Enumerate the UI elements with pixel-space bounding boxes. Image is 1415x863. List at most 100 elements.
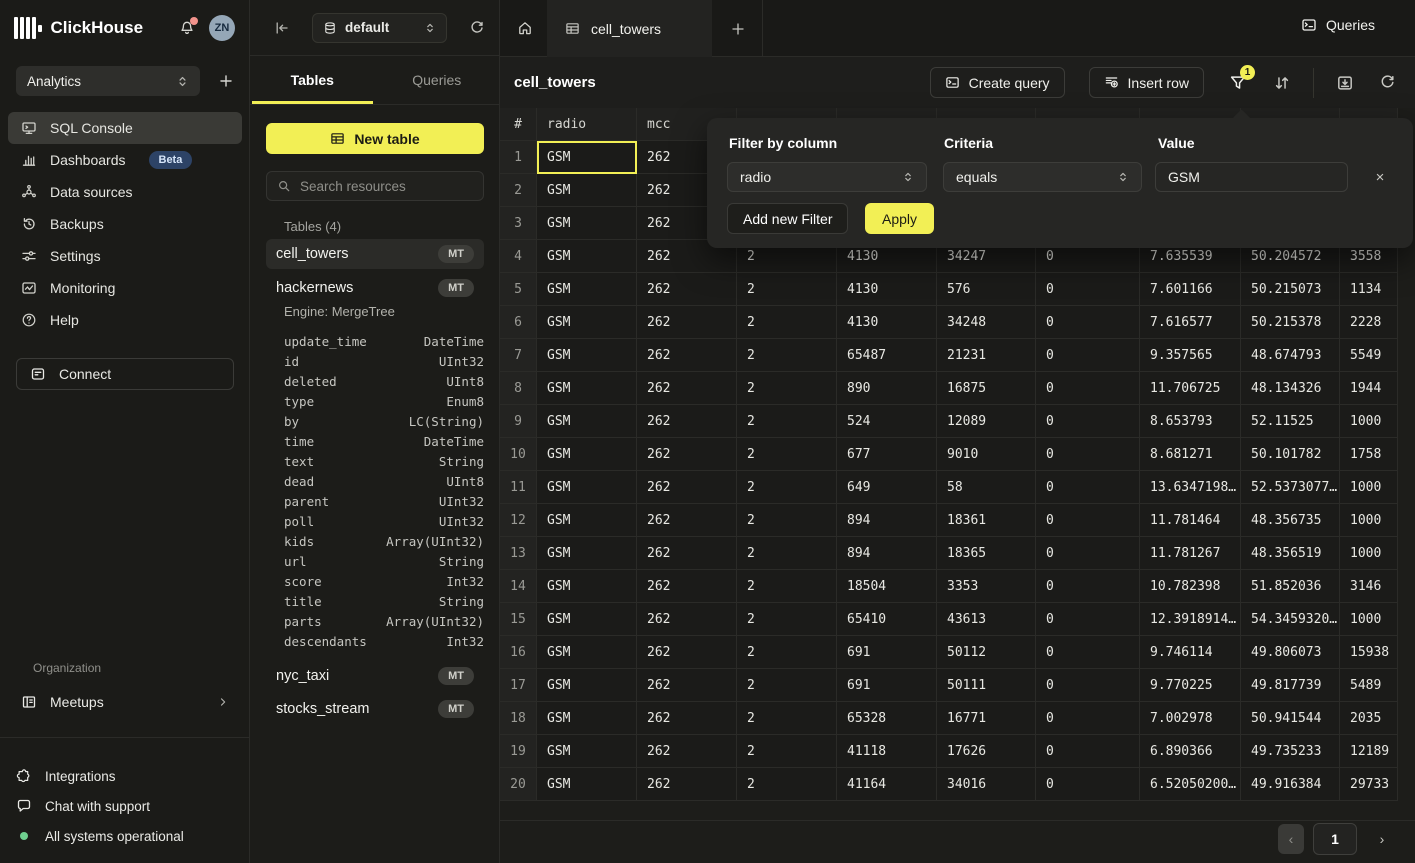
data-cell[interactable]: 0 xyxy=(1036,438,1140,471)
data-cell[interactable]: 50.101782 xyxy=(1241,438,1340,471)
data-cell[interactable]: 65487 xyxy=(837,339,937,372)
data-cell[interactable]: 649 xyxy=(837,471,937,504)
data-cell[interactable]: 0 xyxy=(1036,372,1140,405)
data-cell[interactable]: 2 xyxy=(737,504,837,537)
data-cell[interactable]: 5549 xyxy=(1340,339,1398,372)
data-cell[interactable]: 262 xyxy=(637,306,737,339)
data-cell[interactable]: 21231 xyxy=(937,339,1036,372)
data-cell[interactable]: 52.11525 xyxy=(1241,405,1340,438)
data-cell[interactable]: GSM xyxy=(537,207,637,240)
sidebar-item-dashboards[interactable]: Dashboards Beta xyxy=(8,144,242,176)
data-cell[interactable]: 2 xyxy=(737,471,837,504)
data-cell[interactable]: 0 xyxy=(1036,339,1140,372)
data-cell[interactable]: 262 xyxy=(637,471,737,504)
data-cell[interactable]: 41118 xyxy=(837,735,937,768)
tab-tables[interactable]: Tables xyxy=(250,56,375,104)
data-cell[interactable]: 9.357565 xyxy=(1140,339,1241,372)
data-cell[interactable]: 2 xyxy=(737,273,837,306)
filter-criteria-select[interactable]: equals xyxy=(943,162,1142,192)
data-cell[interactable]: 2 xyxy=(737,768,837,801)
data-cell[interactable]: GSM xyxy=(537,768,637,801)
data-cell[interactable]: 2 xyxy=(737,735,837,768)
queries-button[interactable]: Queries xyxy=(1301,17,1375,33)
apply-filter-button[interactable]: Apply xyxy=(865,203,934,234)
data-cell[interactable]: 12189 xyxy=(1340,735,1398,768)
data-cell[interactable]: 2 xyxy=(737,636,837,669)
data-cell[interactable]: 11.781464 xyxy=(1140,504,1241,537)
sort-icon[interactable] xyxy=(1272,73,1292,93)
filter-column-select[interactable]: radio xyxy=(727,162,927,192)
data-cell[interactable]: 11.706725 xyxy=(1140,372,1241,405)
data-cell[interactable]: 3353 xyxy=(937,570,1036,603)
data-cell[interactable]: 576 xyxy=(937,273,1036,306)
filter-value-input[interactable] xyxy=(1155,162,1348,192)
data-cell[interactable]: 0 xyxy=(1036,768,1140,801)
data-cell[interactable]: 894 xyxy=(837,537,937,570)
data-cell[interactable]: 0 xyxy=(1036,273,1140,306)
data-cell[interactable]: 691 xyxy=(837,636,937,669)
data-cell[interactable]: 677 xyxy=(837,438,937,471)
workspace-select[interactable]: Analytics xyxy=(16,66,200,96)
data-cell[interactable]: 49.817739 xyxy=(1241,669,1340,702)
data-cell[interactable]: 58 xyxy=(937,471,1036,504)
data-cell[interactable]: 9010 xyxy=(937,438,1036,471)
data-cell[interactable]: 1134 xyxy=(1340,273,1398,306)
data-cell[interactable]: 0 xyxy=(1036,669,1140,702)
data-cell[interactable]: 48.356519 xyxy=(1241,537,1340,570)
data-cell[interactable]: 13.6347198… xyxy=(1140,471,1241,504)
data-cell[interactable]: GSM xyxy=(537,669,637,702)
data-cell[interactable]: 2228 xyxy=(1340,306,1398,339)
new-tab-button[interactable] xyxy=(724,15,752,43)
data-cell[interactable]: 262 xyxy=(637,372,737,405)
data-cell[interactable]: GSM xyxy=(537,405,637,438)
data-cell[interactable]: 262 xyxy=(637,570,737,603)
data-cell[interactable]: 2 xyxy=(737,405,837,438)
data-cell[interactable]: GSM xyxy=(537,273,637,306)
data-cell[interactable]: 11.781267 xyxy=(1140,537,1241,570)
sidebar-item-sql-console[interactable]: SQL Console xyxy=(8,112,242,144)
data-cell[interactable]: 17626 xyxy=(937,735,1036,768)
data-cell[interactable]: 51.852036 xyxy=(1241,570,1340,603)
data-cell[interactable]: 34248 xyxy=(937,306,1036,339)
data-cell[interactable]: GSM xyxy=(537,570,637,603)
avatar[interactable]: ZN xyxy=(209,15,235,41)
data-cell[interactable]: 48.674793 xyxy=(1241,339,1340,372)
data-cell[interactable]: 2 xyxy=(737,438,837,471)
data-cell[interactable]: 65410 xyxy=(837,603,937,636)
data-cell[interactable]: 0 xyxy=(1036,471,1140,504)
sidebar-item-meetups[interactable]: Meetups xyxy=(8,687,242,717)
sidebar-item-help[interactable]: Help xyxy=(8,304,242,336)
table-list-item-hackernews[interactable]: hackernews MT xyxy=(266,273,484,303)
data-cell[interactable]: 29733 xyxy=(1340,768,1398,801)
data-cell[interactable]: 9.770225 xyxy=(1140,669,1241,702)
sidebar-item-integrations[interactable]: Integrations xyxy=(16,761,234,791)
data-cell[interactable]: 1000 xyxy=(1340,603,1398,636)
download-icon[interactable] xyxy=(1335,73,1355,93)
data-cell[interactable]: 43613 xyxy=(937,603,1036,636)
data-cell[interactable]: 0 xyxy=(1036,735,1140,768)
data-cell[interactable]: 10.782398 xyxy=(1140,570,1241,603)
data-cell[interactable]: 0 xyxy=(1036,504,1140,537)
sidebar-item-chat-support[interactable]: Chat with support xyxy=(16,791,234,821)
data-cell[interactable]: 48.134326 xyxy=(1241,372,1340,405)
data-cell[interactable]: 12089 xyxy=(937,405,1036,438)
data-cell[interactable]: GSM xyxy=(537,537,637,570)
create-query-button[interactable]: Create query xyxy=(930,67,1065,98)
data-cell[interactable]: 65328 xyxy=(837,702,937,735)
data-cell[interactable]: 50.941544 xyxy=(1241,702,1340,735)
data-cell[interactable]: 52.5373077… xyxy=(1241,471,1340,504)
data-cell[interactable]: 5489 xyxy=(1340,669,1398,702)
data-cell[interactable]: GSM xyxy=(537,306,637,339)
prev-page-button[interactable]: ‹ xyxy=(1278,824,1304,854)
data-cell[interactable]: 15938 xyxy=(1340,636,1398,669)
sidebar-item-data-sources[interactable]: Data sources xyxy=(8,176,242,208)
data-cell[interactable]: 41164 xyxy=(837,768,937,801)
data-cell[interactable]: 3146 xyxy=(1340,570,1398,603)
data-cell[interactable]: 0 xyxy=(1036,603,1140,636)
database-select[interactable]: default xyxy=(312,13,447,43)
add-workspace-button[interactable] xyxy=(218,73,234,89)
data-cell[interactable]: 50.215378 xyxy=(1241,306,1340,339)
data-cell[interactable]: 0 xyxy=(1036,405,1140,438)
sidebar-item-backups[interactable]: Backups xyxy=(8,208,242,240)
data-cell[interactable]: 262 xyxy=(637,504,737,537)
